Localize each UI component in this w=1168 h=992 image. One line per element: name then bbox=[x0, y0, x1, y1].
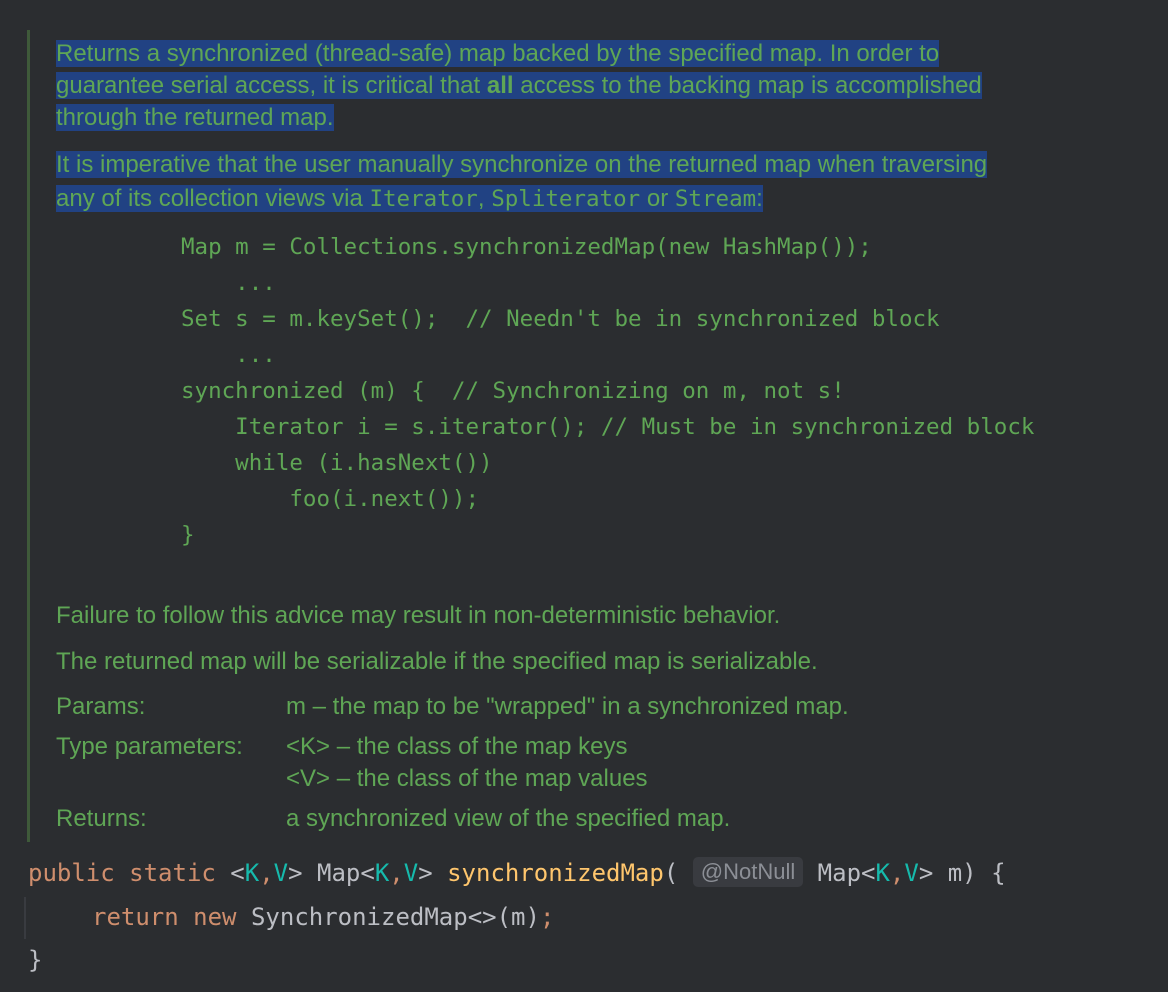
doc-paragraph-failure: Failure to follow this advice may result… bbox=[56, 602, 781, 629]
return-statement-line[interactable]: return new SynchronizedMap<>(m); bbox=[92, 897, 554, 937]
type-param-v: <V> – the class of the map values bbox=[286, 765, 648, 792]
method-name[interactable]: synchronizedMap bbox=[447, 859, 664, 887]
returns-value: a synchronized view of the specified map… bbox=[286, 805, 731, 832]
closing-brace-line[interactable]: } bbox=[28, 940, 42, 980]
doc-tag-type-parameters-cont: <V> – the class of the map values bbox=[56, 763, 1156, 795]
type-param-k: <K> – the class of the map keys bbox=[286, 733, 628, 760]
returns-label: Returns: bbox=[56, 805, 147, 832]
doc-tag-returns: Returns: a synchronized view of the spec… bbox=[56, 803, 1156, 835]
type-params-label: Type parameters: bbox=[56, 733, 243, 760]
bold-all: all bbox=[486, 72, 514, 99]
doc-code-example: Map m = Collections.synchronizedMap(new … bbox=[181, 229, 1034, 553]
code-line: Map m = Collections.synchronizedMap(new … bbox=[181, 234, 872, 260]
code-line: ... bbox=[181, 342, 276, 368]
keyword-static: static bbox=[129, 859, 216, 887]
doc-tag-params: Params: m – the map to be "wrapped" in a… bbox=[56, 691, 1156, 723]
link-spliterator[interactable]: Spliterator bbox=[491, 186, 640, 212]
type-param-v: V bbox=[273, 859, 289, 887]
code-line: foo(i.next()); bbox=[181, 486, 480, 512]
indent-guide bbox=[24, 897, 26, 939]
params-value: m – the map to be "wrapped" in a synchro… bbox=[286, 693, 849, 720]
doc-paragraph-imperative: It is imperative that the user manually … bbox=[56, 148, 988, 216]
selected-text[interactable]: Returns a synchronized (thread-safe) map… bbox=[56, 40, 982, 131]
keyword-public: public bbox=[28, 859, 115, 887]
link-stream[interactable]: Stream bbox=[675, 186, 756, 212]
keyword-return: return bbox=[92, 903, 179, 931]
type-param-k: K bbox=[244, 859, 260, 887]
doc-tag-type-parameters: Type parameters: <K> – the class of the … bbox=[56, 731, 1156, 763]
code-line: synchronized (m) { // Synchronizing on m… bbox=[181, 378, 845, 404]
keyword-new: new bbox=[193, 903, 237, 931]
code-line: Iterator i = s.iterator(); // Must be in… bbox=[181, 414, 1035, 440]
code-line: Set s = m.keySet(); // Needn't be in syn… bbox=[181, 306, 940, 332]
notnull-inlay-hint[interactable]: @NotNull bbox=[692, 857, 804, 887]
code-line: ... bbox=[181, 270, 276, 296]
code-line: } bbox=[181, 522, 195, 548]
method-signature-line[interactable]: public static <K,V> Map<K,V> synchronize… bbox=[28, 853, 1006, 893]
doc-paragraph-serializable: The returned map will be serializable if… bbox=[56, 648, 818, 675]
link-iterator[interactable]: Iterator bbox=[369, 186, 477, 212]
code-line: while (i.hasNext()) bbox=[181, 450, 493, 476]
doc-paragraph-summary: Returns a synchronized (thread-safe) map… bbox=[56, 38, 982, 134]
selected-text[interactable]: It is imperative that the user manually … bbox=[56, 151, 988, 212]
params-label: Params: bbox=[56, 693, 146, 720]
